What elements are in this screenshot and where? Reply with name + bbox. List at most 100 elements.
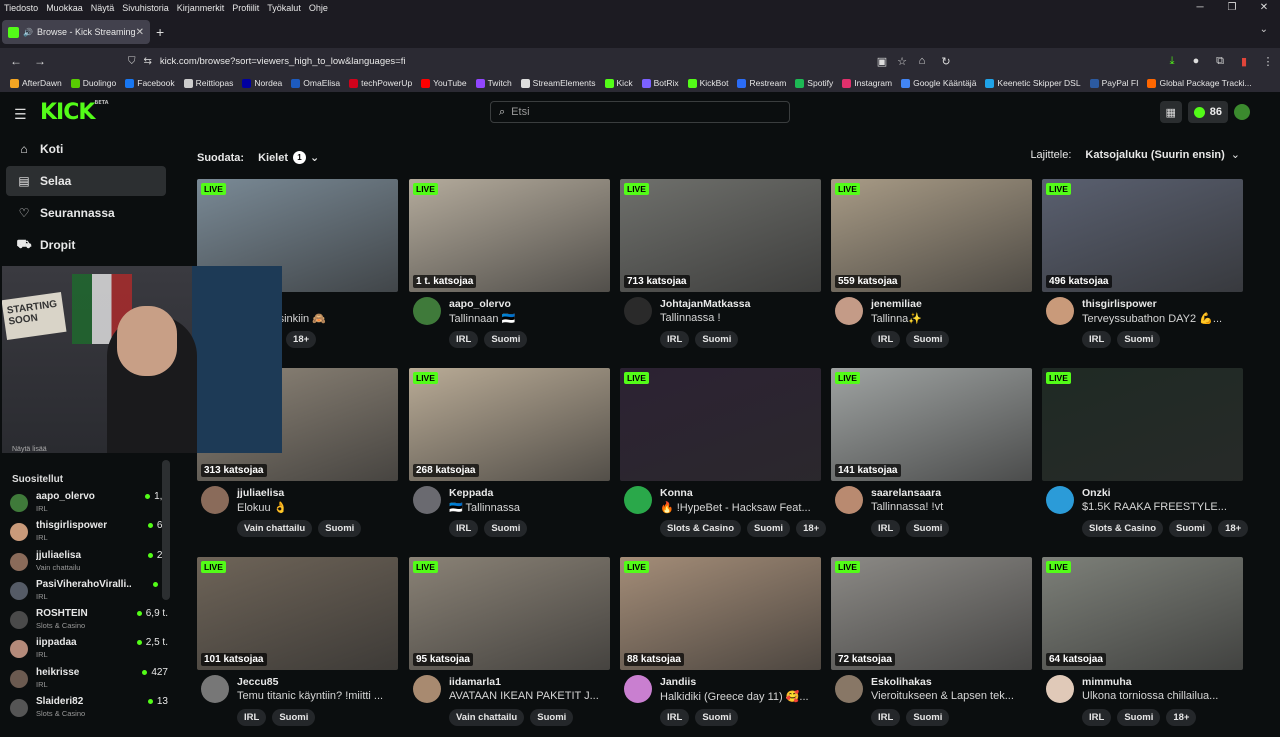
stream-tag[interactable]: Suomi (530, 709, 574, 726)
bookmark-item[interactable]: Google Kääntäjä (901, 78, 976, 88)
stream-tag[interactable]: Suomi (1117, 709, 1161, 726)
stream-card[interactable]: LIVE 95 katsojaa iidamarla1 AVATAAN IKEAN P… (409, 557, 610, 737)
bookmark-item[interactable]: Spotify (795, 78, 833, 88)
stream-title[interactable]: Tallinnaan 🇪🇪 (449, 312, 610, 325)
streamer-name[interactable]: thisgirlispower (1082, 298, 1157, 310)
shield-icon[interactable]: ⛉ (128, 56, 136, 67)
menu-item[interactable]: Kirjanmerkit (177, 3, 225, 13)
stream-tag[interactable]: 18+ (796, 520, 827, 537)
streamer-name[interactable]: aapo_olervo (449, 298, 511, 310)
stream-tag[interactable]: 18+ (1218, 520, 1249, 537)
menu-item[interactable]: Ohje (309, 3, 328, 13)
bookmark-item[interactable]: Twitch (475, 78, 512, 88)
stream-card[interactable]: LIVE Onzki $1.5K RAAKA FREESTYLE... Slots &… (1042, 368, 1249, 548)
stream-thumbnail[interactable]: LIVE 1 t. katsojaa (409, 179, 610, 292)
home-icon[interactable]: ⌂ (910, 55, 934, 67)
tab-list-chevron-icon[interactable]: ⌄ (1260, 24, 1268, 35)
bookmark-item[interactable]: StreamElements (520, 78, 596, 88)
stream-tag[interactable]: 18+ (1166, 709, 1197, 726)
languages-filter-button[interactable]: Kielet 1 ⌄ (252, 148, 325, 167)
stream-title[interactable]: Terveyssubathon DAY2 💪... (1082, 312, 1243, 325)
menu-item[interactable]: Sivuhistoria (122, 3, 169, 13)
speaker-icon[interactable]: 🔊 (23, 28, 33, 37)
stream-title[interactable]: Temu titanic käyntiin? !miitti ... (237, 690, 398, 702)
streamer-avatar[interactable] (624, 675, 652, 703)
streamer-name[interactable]: JohtajanMatkassa (660, 298, 750, 310)
stream-tag[interactable]: Suomi (1169, 520, 1213, 537)
bookmark-item[interactable]: Reittiopas (183, 78, 233, 88)
extension-red-icon[interactable]: ▮ (1232, 55, 1256, 68)
stream-title[interactable]: $1.5K RAAKA FREESTYLE... (1082, 501, 1243, 513)
recommended-channel[interactable]: iippadaa IRL 2,5 t. (8, 636, 168, 665)
menu-item[interactable]: Työkalut (267, 3, 301, 13)
back-button[interactable]: ← (4, 54, 28, 68)
streamer-name[interactable]: saarelansaara (871, 487, 941, 499)
recommended-channel[interactable]: heikrisse IRL 427 (8, 666, 168, 695)
bookmark-item[interactable]: AfterDawn (10, 78, 62, 88)
stream-title[interactable]: 🇪🇪 Tallinnassa (449, 501, 610, 514)
stream-tag[interactable]: Vain chattailu (449, 709, 525, 726)
stream-title[interactable]: Elokuu 👌 (237, 501, 398, 514)
bookmark-item[interactable]: Global Package Tracki... (1147, 78, 1252, 88)
stream-thumbnail[interactable]: LIVE (1042, 368, 1243, 481)
permissions-icon[interactable]: ⇆ (144, 56, 152, 67)
show-more-link[interactable]: Näytä lisää (12, 446, 47, 453)
sidebar-item-koti[interactable]: ⌂ Koti (6, 134, 166, 164)
stream-thumbnail[interactable]: LIVE 496 katsojaa (1042, 179, 1243, 292)
streamer-avatar[interactable] (835, 297, 863, 325)
stream-card[interactable]: LIVE 268 katsojaa Keppada 🇪🇪 Tallinnassa IRL… (409, 368, 610, 548)
close-window-icon[interactable]: ✕ (1248, 0, 1280, 16)
stream-thumbnail[interactable]: LIVE 95 katsojaa (409, 557, 610, 670)
menu-item[interactable]: Tiedosto (4, 3, 38, 13)
sidebar-item-seurannassa[interactable]: ♡ Seurannassa (6, 198, 166, 228)
bookmark-item[interactable]: Keenetic Skipper DSL (985, 78, 1081, 88)
stream-title[interactable]: Tallinnassa ! (660, 312, 821, 324)
stream-tag[interactable]: Suomi (484, 520, 528, 537)
stream-card[interactable]: LIVE 496 katsojaa thisgirlispower Terveyssu… (1042, 179, 1243, 359)
download-icon[interactable]: ⤓ (1160, 55, 1184, 68)
stream-tag[interactable]: Suomi (695, 709, 739, 726)
minimize-icon[interactable]: ─ (1184, 0, 1216, 16)
streamer-avatar[interactable] (1046, 675, 1074, 703)
stream-tag[interactable]: Suomi (318, 520, 362, 537)
sidebar-item-selaa[interactable]: ▤ Selaa (6, 166, 166, 196)
streamer-avatar[interactable] (413, 675, 441, 703)
stream-title[interactable]: Tallinnassa! !vt (871, 501, 1032, 513)
streamer-avatar[interactable] (835, 486, 863, 514)
stream-tag[interactable]: Suomi (484, 331, 528, 348)
stream-tag[interactable]: 18+ (286, 331, 317, 348)
stream-thumbnail[interactable]: LIVE 268 katsojaa (409, 368, 610, 481)
kick-logo[interactable]: KICKBETA (40, 100, 109, 125)
stream-tag[interactable]: IRL (660, 709, 690, 726)
user-avatar[interactable] (1234, 104, 1250, 120)
streamer-name[interactable]: Onzki (1082, 487, 1111, 499)
recommended-channel[interactable]: aapo_olervoIRL1,1 (8, 490, 168, 519)
stream-card[interactable]: LIVE 64 katsojaa mimmuha Ulkona torniossa c… (1042, 557, 1243, 737)
chevron-down-icon[interactable]: ⌄ (1231, 148, 1240, 161)
sort-select[interactable]: Katsojaluku (Suurin ensin) (1085, 149, 1224, 161)
stream-tag[interactable]: Suomi (695, 331, 739, 348)
streamer-avatar[interactable] (1046, 486, 1074, 514)
streamer-name[interactable]: Jeccu85 (237, 676, 278, 688)
stream-tag[interactable]: IRL (1082, 331, 1112, 348)
stream-title[interactable]: AVATAAN IKEAN PAKETIT J... (449, 690, 610, 702)
stream-tag[interactable]: Suomi (272, 709, 316, 726)
account-icon[interactable]: ● (1184, 55, 1208, 67)
streamer-name[interactable]: mimmuha (1082, 676, 1132, 688)
stream-tag[interactable]: Suomi (747, 520, 791, 537)
menu-hamburger-icon[interactable]: ☰ (14, 106, 27, 123)
stream-tag[interactable]: IRL (871, 331, 901, 348)
stream-tag[interactable]: Suomi (906, 331, 950, 348)
menu-item[interactable]: Muokkaa (46, 3, 83, 13)
reload-icon[interactable]: ↻ (934, 55, 958, 68)
bookmark-item[interactable]: Nordea (242, 78, 282, 88)
streamer-avatar[interactable] (201, 675, 229, 703)
stream-thumbnail[interactable]: LIVE 713 katsojaa (620, 179, 821, 292)
streamer-name[interactable]: Jandiis (660, 676, 696, 688)
bookmark-item[interactable]: YouTube (421, 78, 467, 88)
stream-card[interactable]: LIVE 101 katsojaa Jeccu85 Temu titanic käyn… (197, 557, 398, 737)
recommended-channel[interactable]: thisgirlispowerIRL67 (8, 519, 168, 548)
stream-tag[interactable]: IRL (871, 709, 901, 726)
bookmark-item[interactable]: Instagram (842, 78, 892, 88)
menu-item[interactable]: Näytä (91, 3, 115, 13)
